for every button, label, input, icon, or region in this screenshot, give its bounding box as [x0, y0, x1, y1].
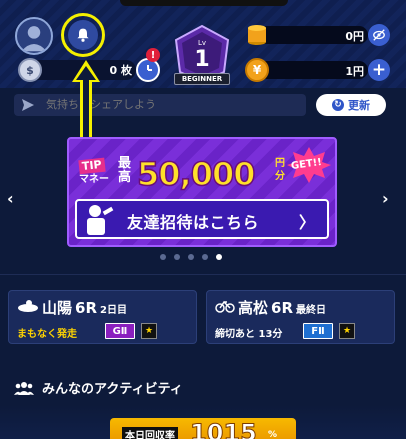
section-divider [0, 274, 406, 275]
race-number: 6R [271, 299, 294, 317]
grade-badge: FⅡ [303, 323, 333, 339]
send-icon [22, 99, 34, 111]
carousel-next-button[interactable]: › [382, 189, 389, 208]
share-message-input[interactable] [14, 94, 306, 116]
race-day: 最終日 [296, 305, 327, 316]
race-number: 6R [75, 299, 98, 317]
race-venue: 高松 [238, 299, 269, 317]
coin-icon: $ [18, 58, 42, 82]
gold-coins-icon [248, 25, 266, 45]
level-label: Lv [198, 39, 206, 47]
carousel-dot[interactable] [202, 254, 208, 260]
carousel-dots [160, 254, 222, 260]
max-label: 最高 [118, 156, 132, 185]
refresh-icon: ↻ [332, 99, 344, 111]
activity-heading: みんなのアクティビティ [14, 378, 183, 397]
hide-balance-button[interactable] [368, 24, 390, 46]
device-notch [120, 0, 288, 6]
race-card-sanyo[interactable]: 山陽 6R 2日目 まもなく発走 GⅡ ★ [8, 290, 197, 344]
return-rate-unit: % [268, 430, 278, 439]
return-rate-label: 本日回収率 [122, 427, 178, 439]
yen-icon: ¥ [245, 58, 269, 82]
invite-banner[interactable]: TIP マネー 最高 50,000 円分 GET!! 友達招待はこちら 〉 [67, 137, 337, 247]
tip-label: TIP [78, 157, 106, 175]
carousel-dot[interactable] [174, 254, 180, 260]
money-label: マネー [79, 174, 109, 185]
chevron-right-icon: 〉 [299, 213, 316, 232]
carousel-dot-active[interactable] [216, 254, 222, 260]
race-title: 山陽 6R 2日目 [17, 297, 127, 318]
update-button[interactable]: ↻ 更新 [316, 94, 386, 116]
reward-amount: 50,000 [136, 154, 256, 194]
reward-unit: 円分 [275, 158, 285, 182]
level-rank: BEGINNER [174, 73, 230, 85]
invite-strip: 友達招待はこちら 〉 [75, 199, 329, 239]
bell-icon [68, 20, 98, 50]
alert-badge: ! [146, 48, 160, 62]
race-venue: 山陽 [42, 299, 73, 317]
level-value: 1 [194, 47, 209, 72]
update-label: 更新 [348, 99, 370, 112]
carousel-dot[interactable] [160, 254, 166, 260]
avatar[interactable] [15, 17, 53, 55]
user-icon [21, 26, 47, 52]
add-funds-button[interactable]: + [368, 59, 390, 81]
invite-label: 友達招待はこちら [127, 213, 260, 232]
race-status: 締切あと 13分 [215, 329, 283, 340]
carousel-prev-button[interactable]: ‹ [7, 189, 14, 208]
activity-title: みんなのアクティビティ [42, 382, 183, 397]
eye-off-icon [373, 29, 385, 41]
balance-amount: 0円 [345, 30, 364, 43]
person-waving-icon [87, 205, 114, 235]
carousel-dot[interactable] [188, 254, 194, 260]
grade-badge: GⅡ [105, 323, 135, 339]
yen-balance-amount: 1円 [345, 65, 364, 78]
race-status: まもなく発走 [17, 329, 77, 340]
race-day: 2日目 [100, 305, 127, 316]
people-icon [14, 381, 34, 395]
clock-icon[interactable] [136, 58, 160, 82]
return-rate-value: 1015 [190, 419, 258, 439]
bicycle-icon [215, 300, 235, 313]
race-title: 高松 6R 最終日 [215, 297, 326, 318]
autorace-icon [18, 300, 38, 312]
notification-bell-button[interactable] [61, 13, 105, 57]
star-icon: ★ [141, 323, 157, 339]
race-card-takamatsu[interactable]: 高松 6R 最終日 締切あと 13分 FⅡ ★ [206, 290, 395, 344]
star-icon: ★ [339, 323, 355, 339]
